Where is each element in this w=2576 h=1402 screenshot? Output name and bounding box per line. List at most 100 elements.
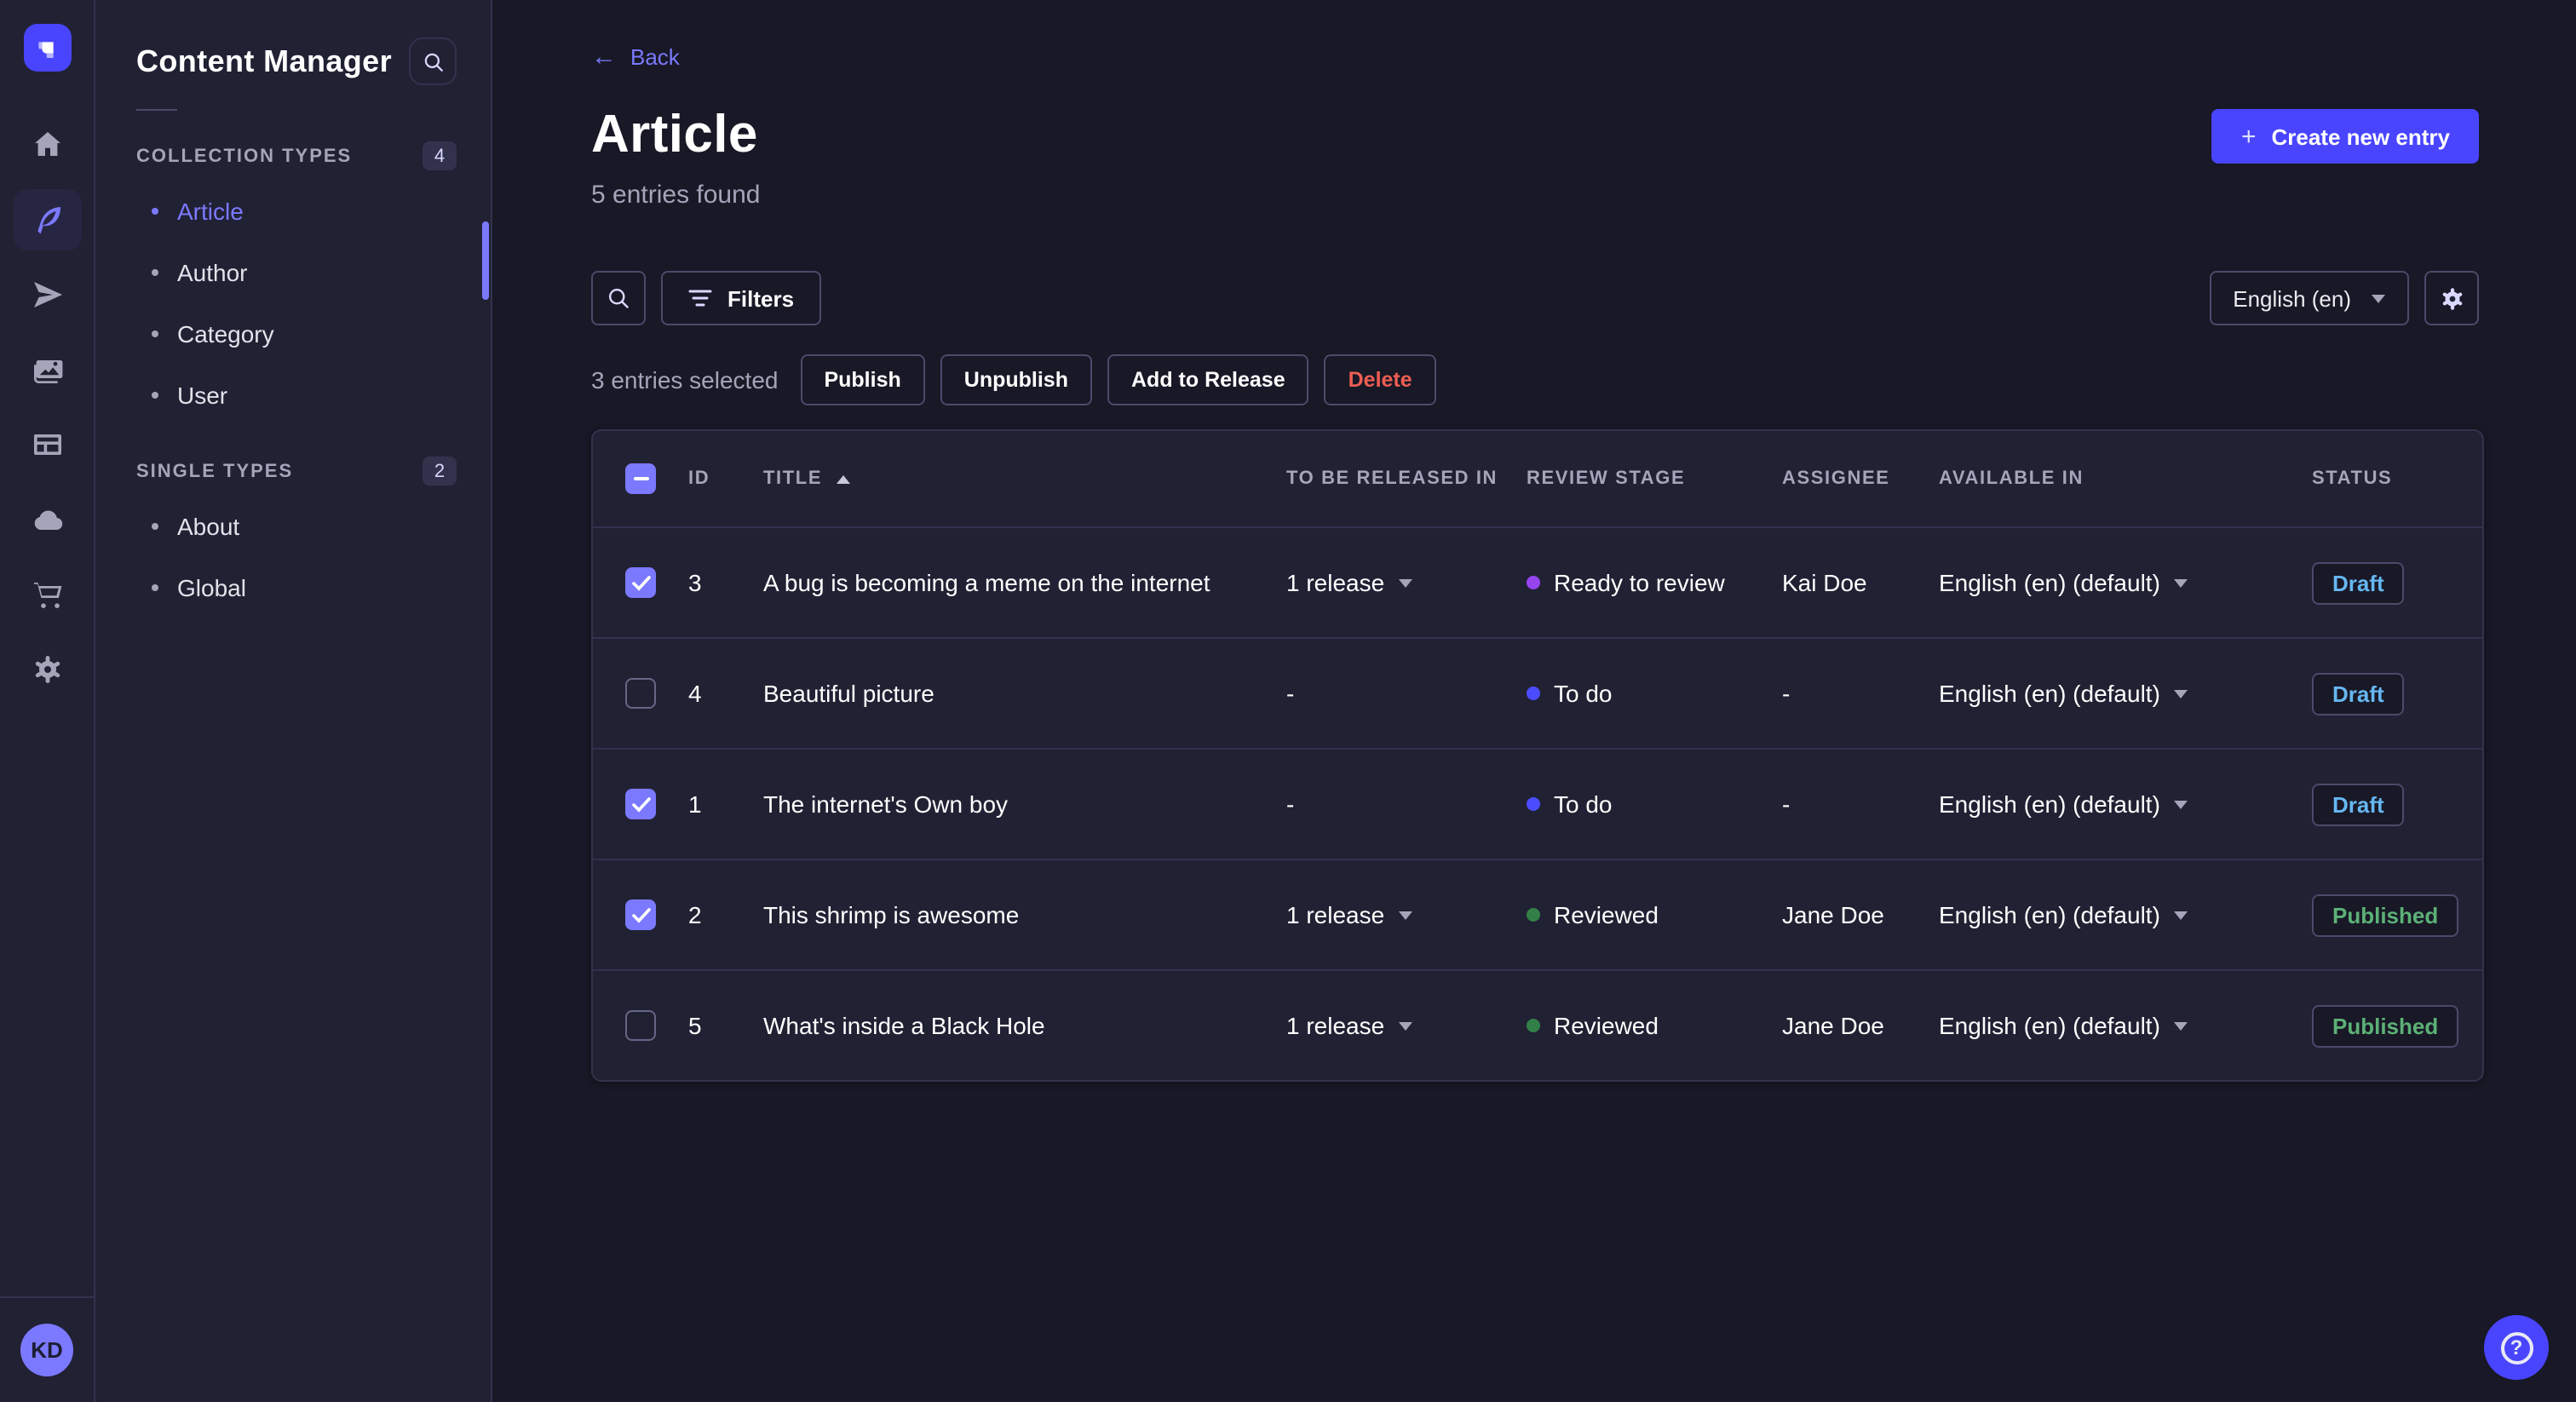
table-row[interactable]: 2 This shrimp is awesome 1 release Reviewe… — [593, 859, 2482, 969]
send-icon — [34, 282, 62, 307]
sidebar-item-label: About — [177, 513, 240, 540]
unpublish-button[interactable]: Unpublish — [940, 354, 1092, 405]
cell-available-in[interactable]: English (en) (default) — [1939, 680, 2312, 707]
gear-icon — [35, 656, 60, 683]
row-checkbox[interactable] — [625, 678, 656, 709]
plus-icon: + — [2240, 122, 2257, 151]
sidebar-title: Content Manager — [136, 43, 393, 78]
filters-label: Filters — [727, 285, 795, 311]
cell-status: Draft — [2312, 672, 2450, 715]
rail-item-cart[interactable] — [14, 564, 82, 625]
sidebar-search-button[interactable] — [409, 37, 457, 85]
locale-value: English (en) — [2233, 285, 2351, 311]
row-checkbox[interactable] — [625, 899, 656, 930]
list-settings-button[interactable] — [2424, 271, 2479, 325]
cell-title: The internet's Own boy — [763, 790, 1009, 818]
create-new-entry-button[interactable]: + Create new entry — [2211, 109, 2479, 164]
user-avatar[interactable]: KD — [20, 1324, 73, 1376]
entries-count: 5 entries found — [591, 181, 761, 210]
sidebar-item-article[interactable]: Article — [95, 181, 491, 242]
sidebar-scrollbar-thumb[interactable] — [482, 221, 489, 300]
column-header-available-in[interactable]: AVAILABLE IN — [1939, 468, 2312, 489]
stage-dot-icon — [1527, 797, 1540, 811]
column-header-title[interactable]: TITLE — [763, 468, 1286, 489]
column-header-assignee[interactable]: ASSIGNEE — [1782, 468, 1939, 489]
main-nav-rail: KD — [0, 0, 95, 1402]
search-icon — [608, 288, 629, 308]
cell-available-in[interactable]: English (en) (default) — [1939, 790, 2312, 818]
table-row[interactable]: 3 A bug is becoming a meme on the interne… — [593, 526, 2482, 637]
column-header-id[interactable]: ID — [688, 468, 763, 489]
cell-id: 4 — [688, 680, 702, 707]
rail-item-cloud[interactable] — [14, 489, 82, 550]
column-header-status[interactable]: STATUS — [2312, 468, 2450, 489]
cell-available-in[interactable]: English (en) (default) — [1939, 901, 2312, 928]
add-to-release-button[interactable]: Add to Release — [1107, 354, 1309, 405]
select-all-checkbox[interactable] — [625, 463, 656, 494]
rail-item-home[interactable] — [14, 114, 82, 175]
locale-select[interactable]: English (en) — [2209, 271, 2409, 325]
row-checkbox[interactable] — [625, 1010, 656, 1041]
cell-title: What's inside a Black Hole — [763, 1012, 1045, 1039]
bullet-icon — [152, 330, 158, 337]
section-count-badge: 2 — [423, 457, 457, 486]
rail-item-gear[interactable] — [14, 639, 82, 700]
cell-available-in[interactable]: English (en) (default) — [1939, 1012, 2312, 1039]
rail-item-media[interactable] — [14, 339, 82, 400]
bullet-icon — [152, 584, 158, 591]
back-link[interactable]: ← Back — [591, 44, 680, 70]
column-header-to-be-released-in[interactable]: TO BE RELEASED IN — [1286, 468, 1527, 489]
cell-status: Published — [2312, 893, 2459, 936]
cell-released-in[interactable]: 1 release — [1286, 569, 1527, 596]
selection-count: 3 entries selected — [591, 366, 779, 394]
column-header-review-stage[interactable]: REVIEW STAGE — [1527, 468, 1782, 489]
table-row[interactable]: 5 What's inside a Black Hole 1 release Rev… — [593, 969, 2482, 1080]
sidebar-sections: COLLECTION TYPES 4 Article Author Category Us… — [95, 128, 491, 618]
sidebar-item-about[interactable]: About — [95, 496, 491, 557]
strapi-logo[interactable] — [24, 24, 72, 72]
chevron-down-icon — [1398, 1021, 1412, 1030]
feather-icon — [37, 207, 61, 234]
status-badge: Draft — [2312, 783, 2405, 825]
cell-title: Beautiful picture — [763, 680, 934, 707]
section-label: SINGLE TYPES — [136, 461, 294, 481]
table-body: 3 A bug is becoming a meme on the interne… — [593, 526, 2482, 1080]
cell-review-stage: Reviewed — [1527, 1012, 1782, 1039]
media-icon — [34, 360, 63, 383]
cell-released-in[interactable]: 1 release — [1286, 1012, 1527, 1039]
cell-id: 5 — [688, 1012, 702, 1039]
chevron-down-icon — [2173, 1021, 2188, 1030]
delete-button[interactable]: Delete — [1324, 354, 1436, 405]
sidebar-item-label: Category — [177, 320, 274, 348]
filters-button[interactable]: Filters — [661, 271, 822, 325]
table-row[interactable]: 1 The internet's Own boy - To do - English (e… — [593, 748, 2482, 859]
sidebar-item-author[interactable]: Author — [95, 242, 491, 303]
help-button[interactable]: ? — [2484, 1315, 2549, 1380]
publish-button[interactable]: Publish — [800, 354, 925, 405]
page-title: Article — [591, 104, 758, 164]
rail-footer: KD — [0, 1296, 94, 1402]
search-entries-button[interactable] — [591, 271, 646, 325]
chevron-down-icon — [2173, 911, 2188, 919]
rail-item-feather[interactable] — [14, 189, 82, 250]
cell-id: 3 — [688, 569, 702, 596]
sidebar-item-category[interactable]: Category — [95, 303, 491, 365]
back-arrow-icon: ← — [591, 43, 617, 72]
sidebar-section: SINGLE TYPES 2 About Global — [95, 443, 491, 618]
sidebar-divider — [136, 109, 177, 111]
rail-item-layout[interactable] — [14, 414, 82, 475]
main-content: ← Back Article 5 entries found + Create … — [494, 0, 2576, 1402]
cell-review-stage: Reviewed — [1527, 901, 1782, 928]
back-label: Back — [630, 44, 680, 70]
bullet-icon — [152, 523, 158, 530]
row-checkbox[interactable] — [625, 789, 656, 819]
rail-item-send[interactable] — [14, 264, 82, 325]
table-row[interactable]: 4 Beautiful picture - To do - English (en) (d… — [593, 637, 2482, 748]
cell-released-in: - — [1286, 680, 1295, 707]
row-checkbox[interactable] — [625, 567, 656, 598]
sidebar-item-label: Global — [177, 574, 246, 601]
cell-released-in[interactable]: 1 release — [1286, 901, 1527, 928]
cell-available-in[interactable]: English (en) (default) — [1939, 569, 2312, 596]
sidebar-item-global[interactable]: Global — [95, 557, 491, 618]
sidebar-item-user[interactable]: User — [95, 365, 491, 426]
